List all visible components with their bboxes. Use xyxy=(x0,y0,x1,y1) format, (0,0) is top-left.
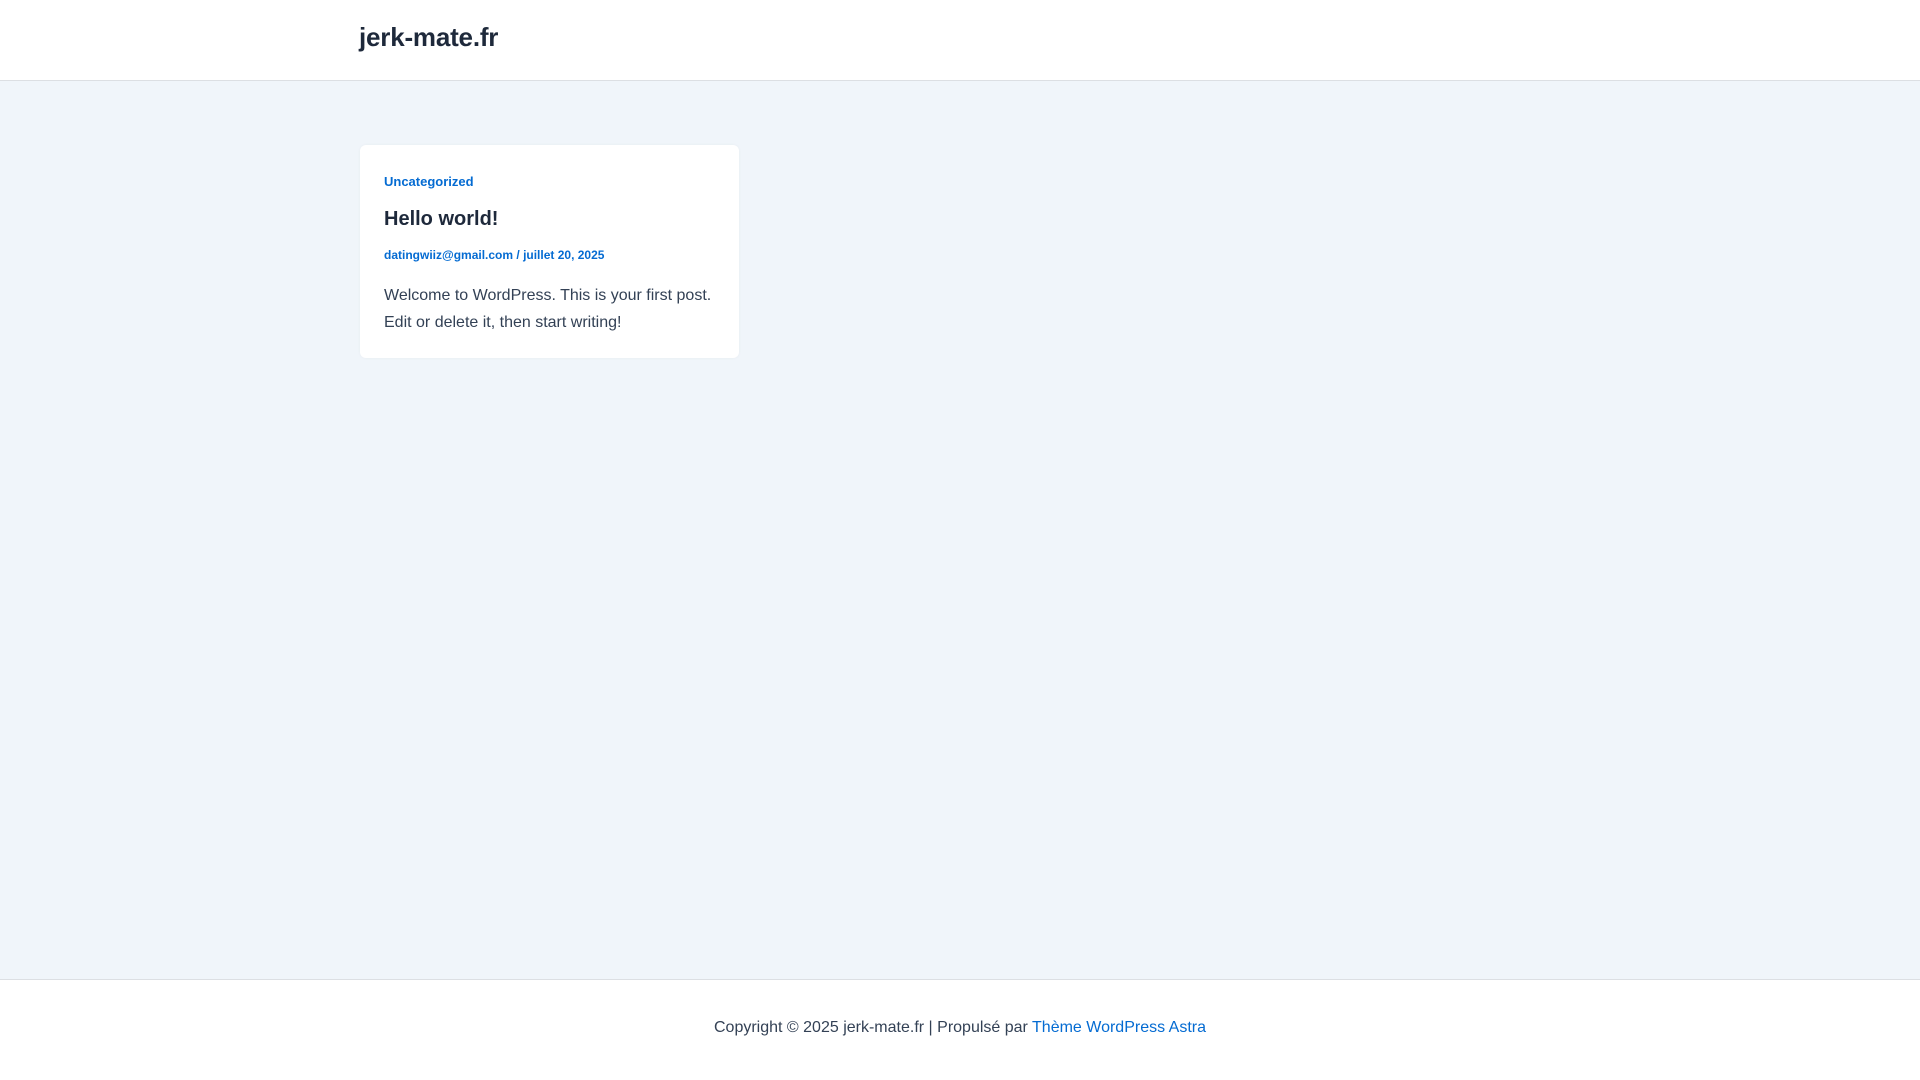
footer-copyright: Copyright © 2025 jerk-mate.fr | Propulsé… xyxy=(0,1019,1920,1037)
post-excerpt-line: Edit or delete it, then start writing! xyxy=(384,314,622,331)
post-excerpt-line: Welcome to WordPress. This is your first… xyxy=(384,287,712,304)
main-content: Uncategorized Hello world! datingwiiz@gm… xyxy=(0,81,1920,979)
site-title-link[interactable]: jerk-mate.fr xyxy=(359,22,498,53)
post-date-link[interactable]: juillet 20, 2025 xyxy=(523,248,604,262)
theme-link[interactable]: Thème WordPress Astra xyxy=(1032,1019,1206,1036)
post-excerpt: Welcome to WordPress. This is your first… xyxy=(384,282,724,336)
post-card: Uncategorized Hello world! datingwiiz@gm… xyxy=(360,145,739,358)
post-category-link[interactable]: Uncategorized xyxy=(384,174,474,189)
post-meta-separator: / xyxy=(513,248,524,262)
post-title-link[interactable]: Hello world! xyxy=(384,208,498,231)
site-header: jerk-mate.fr xyxy=(0,0,1920,81)
post-meta: datingwiiz@gmail.com / juillet 20, 2025 xyxy=(384,248,604,262)
post-author-link[interactable]: datingwiiz@gmail.com xyxy=(384,248,513,262)
copyright-text: Copyright © 2025 jerk-mate.fr | Propulsé… xyxy=(714,1019,1033,1036)
site-footer: Copyright © 2025 jerk-mate.fr | Propulsé… xyxy=(0,979,1920,1080)
